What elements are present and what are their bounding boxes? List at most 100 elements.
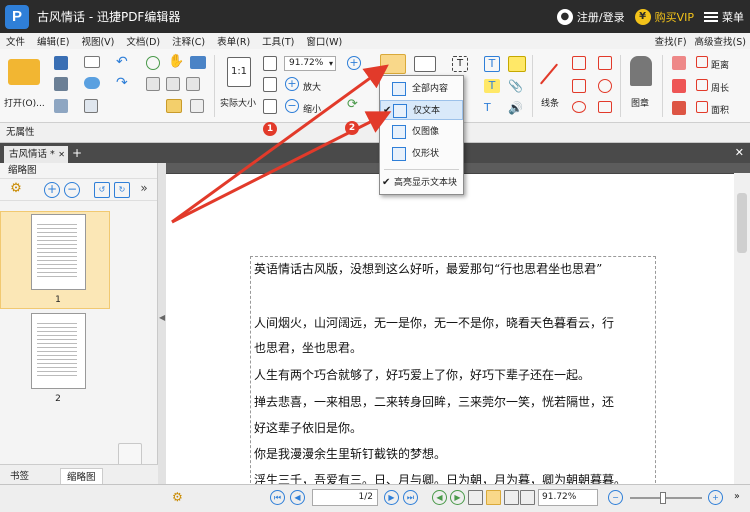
edit-text-icon[interactable] — [166, 77, 180, 91]
status-gear-icon[interactable]: ⚙ — [166, 488, 189, 506]
login-button[interactable]: ● 注册/登录 — [556, 8, 625, 25]
status-zoom-select[interactable]: 91.72% — [538, 489, 598, 506]
area-label[interactable]: 面积 — [711, 103, 729, 116]
redo-icon[interactable]: ↷ — [116, 76, 130, 91]
stamp-label[interactable]: 图章 — [631, 96, 649, 109]
find-button[interactable]: 查找(F) — [655, 34, 687, 48]
advanced-find-button[interactable]: 高级查找(S) — [695, 34, 746, 48]
distance-label[interactable]: 距离 — [711, 58, 729, 71]
open-label[interactable]: 打开(O)... — [4, 96, 45, 109]
select-tool-dropdown[interactable] — [380, 54, 406, 74]
settings-gear-icon[interactable]: ⚙ — [8, 182, 24, 198]
ellipse-icon[interactable] — [572, 101, 586, 113]
first-page-icon[interactable]: ⏮ — [270, 490, 285, 505]
vertical-scrollbar[interactable] — [734, 173, 750, 484]
perimeter-icon[interactable] — [696, 79, 708, 91]
menu-form[interactable]: 表单(R) — [211, 34, 256, 48]
dropdown-item-shape-only[interactable]: 仅形状 — [380, 144, 463, 164]
open-folder-icon[interactable] — [8, 59, 40, 85]
hand-tool-icon[interactable]: ✋ — [168, 55, 184, 71]
highlight-text-icon[interactable]: T — [484, 79, 500, 93]
menu-edit[interactable]: 编辑(E) — [31, 34, 75, 48]
eraser-icon[interactable] — [672, 56, 686, 70]
text-select-icon[interactable] — [146, 77, 160, 91]
rotate-left-icon[interactable]: ↺ — [94, 182, 110, 198]
fit-width-icon[interactable] — [263, 77, 277, 92]
back-icon[interactable] — [146, 56, 160, 70]
fit-visible-icon[interactable] — [263, 99, 277, 114]
snapshot-icon[interactable] — [190, 56, 206, 69]
new-tab-icon[interactable]: + — [72, 146, 82, 160]
dropdown-item-image-only[interactable]: 仅图像 — [380, 122, 463, 142]
page-thumbnail-2[interactable] — [31, 313, 86, 389]
panel-splitter[interactable]: ◀ — [158, 163, 166, 484]
continuous-page-icon[interactable] — [486, 490, 501, 505]
text-line[interactable]: 你是我漫漫余生里斩钉截铁的梦想。 — [254, 445, 446, 462]
attach-icon[interactable]: 📎 — [508, 79, 524, 93]
status-zoom-out-icon[interactable]: − — [608, 490, 623, 505]
page-thumbnail-1[interactable] — [31, 214, 86, 290]
facing-continuous-icon[interactable] — [520, 490, 535, 505]
status-more-icon[interactable]: » — [728, 488, 746, 506]
thumb-zoom-in-icon[interactable]: + — [44, 182, 60, 198]
buy-vip-button[interactable]: ¥ 购买VIP — [634, 8, 694, 25]
status-zoom-in-icon[interactable]: + — [708, 490, 723, 505]
close-tab-icon[interactable]: ✕ — [58, 146, 65, 163]
collapse-arrow-icon[interactable]: ◀ — [159, 313, 165, 322]
plus-circle-icon[interactable]: + — [347, 56, 361, 70]
dropdown-item-text-only[interactable]: ✔ 仅文本 — [380, 100, 463, 120]
menu-tools[interactable]: 工具(T) — [256, 34, 300, 48]
undo-icon[interactable]: ↶ — [116, 55, 130, 70]
measure-icon[interactable] — [672, 101, 686, 115]
rotate-icon[interactable]: ⟳ — [347, 98, 361, 113]
line-tool-icon[interactable] — [539, 63, 559, 85]
menu-document[interactable]: 文档(D) — [120, 34, 166, 48]
text-line[interactable]: 好这辈子依旧是你。 — [254, 419, 362, 436]
text-line[interactable]: 人间烟火，山河阔远，无一是你，无一不是你，晓看天色暮看云，行 — [254, 314, 614, 331]
dropdown-item-all-content[interactable]: 全部内容 — [380, 79, 463, 99]
document-tab[interactable]: 古风情话 * ✕ — [4, 146, 68, 163]
zoom-out-icon[interactable]: − — [285, 99, 299, 113]
text-line[interactable]: 也思君，坐也思君。 — [254, 339, 362, 356]
next-page-icon[interactable]: ▶ — [384, 490, 399, 505]
note-icon[interactable] — [508, 56, 526, 72]
zoom-in-label[interactable]: 放大 — [303, 80, 321, 93]
app-menu-button[interactable]: 菜单 — [704, 9, 744, 25]
export-icon[interactable] — [84, 99, 98, 113]
cloud-icon[interactable] — [84, 77, 100, 89]
text-box-icon[interactable]: T — [452, 56, 468, 72]
menu-view[interactable]: 视图(V) — [75, 34, 120, 48]
squiggly-text-icon[interactable]: T — [484, 101, 500, 115]
menu-comment[interactable]: 注释(C) — [166, 34, 211, 48]
pentagon-icon[interactable] — [598, 101, 612, 113]
menu-file[interactable]: 文件 — [0, 34, 31, 48]
arrow-shape-icon[interactable] — [572, 56, 586, 70]
menu-window[interactable]: 窗口(W) — [300, 34, 348, 48]
document-view[interactable]: 英语情话古风版，没想到这么好听，最爱那句“行也思君坐也思君” 人间烟火，山河阔远… — [166, 163, 750, 488]
page-number-input[interactable]: 1/2 — [312, 489, 378, 506]
zoom-in-icon[interactable]: + — [285, 77, 299, 91]
zoom-select[interactable]: 91.72% — [284, 56, 336, 71]
zoom-out-label[interactable]: 缩小 — [303, 102, 321, 115]
distance-icon[interactable] — [696, 56, 708, 68]
pdf-page[interactable]: 英语情话古风版，没想到这么好听，最爱那句“行也思君坐也思君” 人间烟火，山河阔远… — [166, 173, 734, 488]
back-view-icon[interactable]: ◀ — [432, 490, 447, 505]
text-line[interactable]: 掸去悲喜，一来相思，二来转身回眸，三来莞尔一笑，恍若隔世，还 — [254, 393, 614, 410]
fit-page-icon[interactable] — [263, 56, 277, 71]
edit-image-icon[interactable] — [186, 77, 200, 91]
line-label[interactable]: 线条 — [541, 96, 559, 109]
pencil-icon[interactable] — [572, 79, 586, 93]
typewriter-icon[interactable] — [414, 56, 436, 72]
text-tool-icon[interactable]: T — [484, 56, 500, 72]
sound-icon[interactable]: 🔊 — [508, 101, 524, 115]
zoom-slider[interactable] — [630, 492, 702, 504]
area-icon[interactable] — [696, 101, 708, 113]
perimeter-label[interactable]: 周长 — [711, 81, 729, 94]
email-icon[interactable] — [84, 56, 100, 68]
forward-view-icon[interactable]: ▶ — [450, 490, 465, 505]
close-document-icon[interactable]: ✕ — [735, 146, 744, 159]
more-options-icon[interactable]: » — [136, 182, 152, 198]
polygon-icon[interactable] — [598, 56, 612, 70]
scrollbar-thumb[interactable] — [737, 193, 747, 253]
dropdown-item-highlight-blocks[interactable]: ✔ 高亮显示文本块 — [380, 173, 463, 193]
